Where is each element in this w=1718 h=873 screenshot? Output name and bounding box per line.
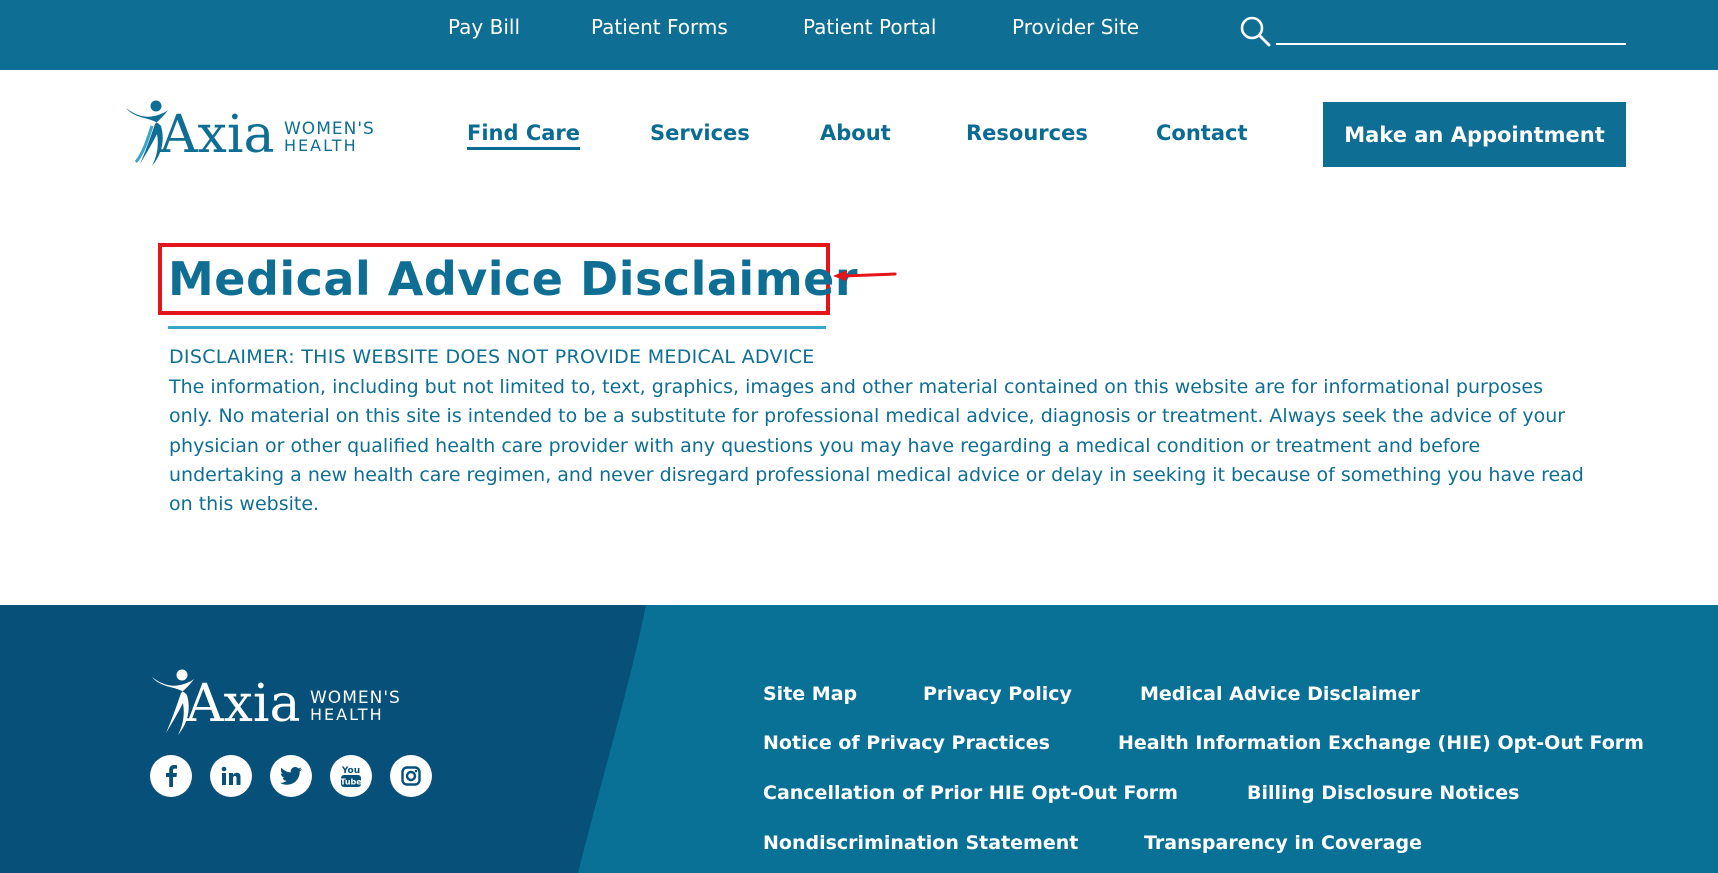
nav-about[interactable]: About (820, 121, 891, 145)
make-appointment-button[interactable]: Make an Appointment (1323, 102, 1626, 167)
patient-forms-link[interactable]: Patient Forms (591, 15, 728, 39)
nav-contact[interactable]: Contact (1156, 121, 1248, 145)
linkedin-icon[interactable] (210, 755, 252, 797)
utility-bar: Pay Bill Patient Forms Patient Portal Pr… (0, 0, 1718, 70)
provider-site-link[interactable]: Provider Site (1012, 15, 1139, 39)
footer-axia-logo[interactable]: Axia WOMEN'S HEALTH (148, 665, 418, 739)
instagram-icon[interactable] (390, 755, 432, 797)
footer-link-notice-of-privacy-practices[interactable]: Notice of Privacy Practices (763, 732, 1050, 754)
footer-link-site-map[interactable]: Site Map (763, 683, 857, 705)
twitter-icon[interactable] (270, 755, 312, 797)
pay-bill-link[interactable]: Pay Bill (448, 15, 520, 39)
footer-link-privacy-policy[interactable]: Privacy Policy (923, 683, 1072, 705)
youtube-glyph-top: You (341, 766, 360, 776)
logo-tagline-health: HEALTH (284, 136, 358, 155)
nav-services[interactable]: Services (650, 121, 750, 145)
page-title: Medical Advice Disclaimer (168, 252, 859, 306)
arrow-icon (833, 266, 897, 282)
youtube-glyph-bottom: Tube (340, 778, 362, 787)
footer-link-cancellation-hie-opt-out[interactable]: Cancellation of Prior HIE Opt-Out Form (763, 782, 1178, 804)
footer-link-nondiscrimination-statement[interactable]: Nondiscrimination Statement (763, 832, 1078, 854)
axia-logo[interactable]: Axia WOMEN'S HEALTH (122, 96, 392, 170)
search-underline (1276, 43, 1626, 45)
nav-find-care[interactable]: Find Care (467, 121, 581, 150)
patient-portal-link[interactable]: Patient Portal (803, 15, 936, 39)
footer-link-billing-disclosure-notices[interactable]: Billing Disclosure Notices (1247, 782, 1519, 804)
search-icon[interactable] (1238, 14, 1272, 48)
footer-link-medical-advice-disclaimer[interactable]: Medical Advice Disclaimer (1140, 683, 1420, 705)
title-divider (168, 326, 826, 329)
footer-link-transparency-in-coverage[interactable]: Transparency in Coverage (1144, 832, 1422, 854)
footer-logo-tagline-health: HEALTH (310, 705, 384, 724)
facebook-icon[interactable] (150, 755, 192, 797)
youtube-icon[interactable]: You Tube (330, 755, 372, 797)
disclaimer-body: The information, including but not limit… (169, 376, 1584, 516)
search-input[interactable] (1276, 12, 1626, 44)
logo-wordmark: Axia (159, 105, 275, 165)
site-footer: Axia WOMEN'S HEALTH You Tube Site Map Pr… (0, 605, 1718, 873)
nav-resources[interactable]: Resources (966, 121, 1088, 145)
disclaimer-heading: DISCLAIMER: THIS WEBSITE DOES NOT PROVID… (169, 346, 815, 368)
footer-link-hie-opt-out-form[interactable]: Health Information Exchange (HIE) Opt-Ou… (1118, 732, 1644, 754)
footer-logo-wordmark: Axia (185, 674, 301, 734)
